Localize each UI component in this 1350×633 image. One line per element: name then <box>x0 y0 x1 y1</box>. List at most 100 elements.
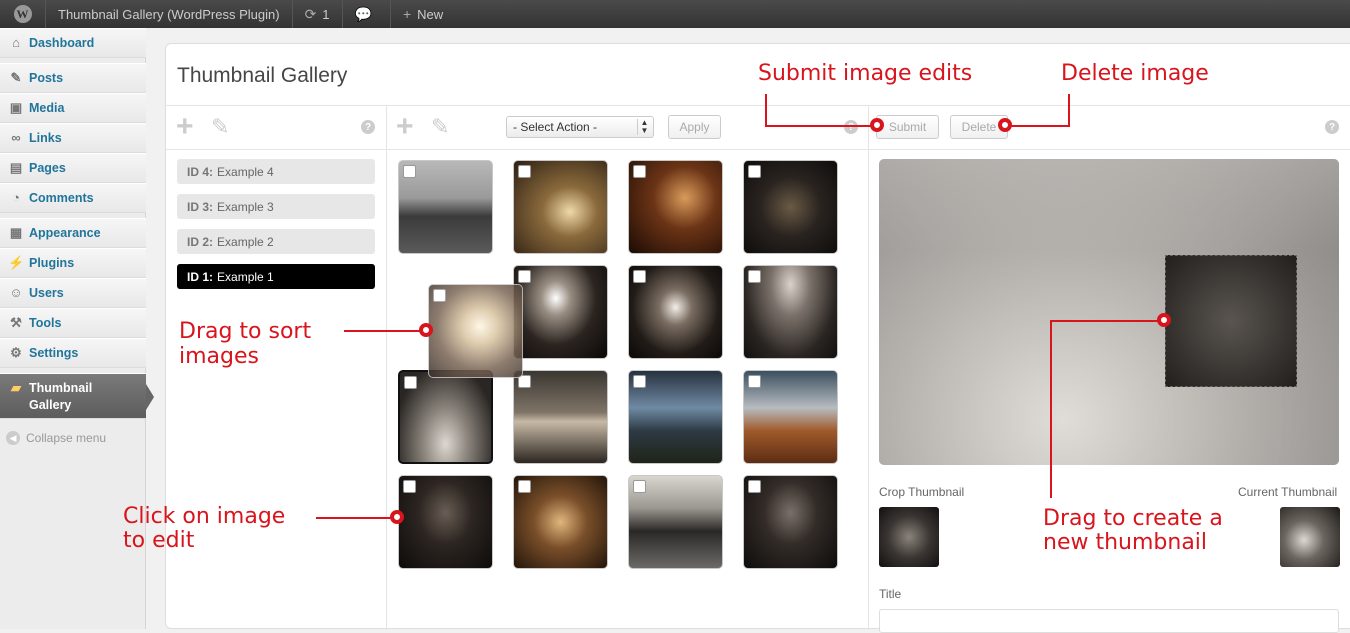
sidebar-item-users[interactable]: ☺ Users <box>0 278 146 308</box>
annotation-dot <box>998 118 1012 132</box>
annotation-line <box>765 125 877 127</box>
annotation-click-line1: Click on image <box>123 504 286 529</box>
collapse-arrow-icon: ◀ <box>6 431 20 445</box>
select-action-dropdown[interactable]: - Select Action - ▲ ▼ <box>506 116 654 138</box>
column-divider-right <box>868 105 869 630</box>
image-checkbox[interactable] <box>748 480 761 493</box>
image-thumbnail[interactable] <box>513 265 608 359</box>
annotation-submit: Submit image edits <box>758 61 973 86</box>
sidebar-item-appearance[interactable]: ▦ Appearance <box>0 218 146 248</box>
image-thumbnail[interactable] <box>513 160 608 254</box>
image-checkbox[interactable] <box>748 270 761 283</box>
dragging-image-thumbnail[interactable] <box>428 284 523 378</box>
home-icon: ⌂ <box>12 35 20 50</box>
new-label: New <box>417 6 444 22</box>
image-thumbnail[interactable] <box>743 160 838 254</box>
collapse-menu-label: Collapse menu <box>26 431 107 445</box>
grid-help-icon[interactable]: ? <box>844 120 858 134</box>
image-thumbnail[interactable] <box>743 475 838 569</box>
image-checkbox[interactable] <box>748 375 761 388</box>
crop-selection-box[interactable] <box>1165 255 1297 387</box>
annotation-crop-line1: Drag to create a <box>1043 506 1223 531</box>
image-thumbnail[interactable] <box>628 160 723 254</box>
edit-gallery-pencil-icon[interactable]: ✎ <box>211 116 229 138</box>
annotation-dot <box>870 118 884 132</box>
image-thumbnail[interactable] <box>743 265 838 359</box>
comments-link[interactable]: 💬 <box>343 0 391 28</box>
plus-icon: + <box>402 6 412 22</box>
annotation-click-line2: to edit <box>123 528 195 553</box>
image-checkbox[interactable] <box>633 165 646 178</box>
sidebar-item-posts[interactable]: ✎ Posts <box>0 63 146 93</box>
wordpress-logo-icon[interactable]: W <box>0 0 46 28</box>
image-thumbnail[interactable] <box>628 265 723 359</box>
submit-button[interactable]: Submit <box>876 115 939 139</box>
sidebar-item-links[interactable]: ∞ Links <box>0 123 146 153</box>
updates-link[interactable]: ⟳ 1 <box>293 0 343 28</box>
image-thumbnail[interactable] <box>743 370 838 464</box>
gallery-help-icon[interactable]: ? <box>361 120 375 134</box>
sidebar-item-pages[interactable]: ▤ Pages <box>0 153 146 183</box>
sidebar-item-settings[interactable]: ⚙ Settings <box>0 338 146 368</box>
image-checkbox[interactable] <box>518 165 531 178</box>
title-input[interactable] <box>879 609 1339 633</box>
annotation-dot <box>390 510 404 524</box>
image-thumbnail[interactable] <box>513 475 608 569</box>
link-icon: ∞ <box>11 130 21 145</box>
page-icon: ▤ <box>9 160 23 175</box>
comment-icon: ◔ <box>12 190 20 205</box>
image-checkbox[interactable] <box>633 375 646 388</box>
settings-icon: ⚙ <box>10 345 22 360</box>
sidebar-item-dashboard[interactable]: ⌂ Dashboard <box>0 28 146 58</box>
add-gallery-plus-icon[interactable]: + <box>176 112 194 142</box>
image-checkbox[interactable] <box>748 165 761 178</box>
image-checkbox[interactable] <box>403 165 416 178</box>
apply-button[interactable]: Apply <box>668 115 721 139</box>
gallery-item[interactable]: ID 2: Example 2 <box>177 229 375 254</box>
edit-image-preview[interactable] <box>879 159 1339 465</box>
annotation-line <box>1068 94 1070 126</box>
media-icon: ▣ <box>9 100 23 115</box>
select-arrows-icon: ▲ ▼ <box>637 119 651 135</box>
sidebar-current-line2: Gallery <box>29 398 72 412</box>
editor-help-icon[interactable]: ? <box>1325 120 1339 134</box>
annotation-dot <box>419 323 433 337</box>
image-checkbox[interactable] <box>404 376 417 389</box>
image-checkbox[interactable] <box>518 480 531 493</box>
image-checkbox[interactable] <box>518 270 531 283</box>
refresh-icon: ⟳ <box>304 5 317 22</box>
current-thumbnail-preview <box>1280 507 1340 567</box>
gallery-item[interactable]: ID 4: Example 4 <box>177 159 375 184</box>
annotation-sort-line2: images <box>179 344 259 369</box>
annotation-sort-line1: Drag to sort <box>179 319 312 344</box>
collapse-menu-button[interactable]: ◀ Collapse menu <box>6 431 106 445</box>
edit-image-pencil-icon[interactable]: ✎ <box>431 116 449 138</box>
users-icon: ☺ <box>9 285 23 300</box>
image-checkbox[interactable] <box>433 289 446 302</box>
page-title: Thumbnail Gallery <box>177 64 348 87</box>
updates-count: 1 <box>322 6 330 22</box>
add-image-plus-icon[interactable]: + <box>396 112 414 142</box>
annotation-delete: Delete image <box>1061 61 1209 86</box>
sidebar-item-tools[interactable]: ⚒ Tools <box>0 308 146 338</box>
sidebar-item-plugins[interactable]: ⚡ Plugins <box>0 248 146 278</box>
gallery-item-active[interactable]: ID 1: Example 1 <box>177 264 375 289</box>
gallery-item[interactable]: ID 3: Example 3 <box>177 194 375 219</box>
crop-thumbnail-preview <box>879 507 939 567</box>
image-checkbox[interactable] <box>633 480 646 493</box>
sidebar-item-thumbnail-gallery[interactable]: ▰ Thumbnail Gallery <box>0 373 154 419</box>
sidebar-item-media[interactable]: ▣ Media <box>0 93 146 123</box>
image-thumbnail[interactable] <box>513 370 608 464</box>
crop-thumbnail-label: Crop Thumbnail <box>879 485 965 499</box>
image-checkbox[interactable] <box>403 480 416 493</box>
new-content-link[interactable]: + New <box>391 0 455 28</box>
toolbar-divider <box>166 149 1350 150</box>
image-thumbnail[interactable] <box>628 475 723 569</box>
image-thumbnail-selected[interactable] <box>398 370 493 464</box>
image-thumbnail[interactable] <box>628 370 723 464</box>
image-thumbnail[interactable] <box>398 160 493 254</box>
site-name-link[interactable]: Thumbnail Gallery (WordPress Plugin) <box>46 0 293 28</box>
image-checkbox[interactable] <box>633 270 646 283</box>
image-thumbnail[interactable] <box>398 475 493 569</box>
sidebar-item-comments[interactable]: ◔ Comments <box>0 183 146 213</box>
